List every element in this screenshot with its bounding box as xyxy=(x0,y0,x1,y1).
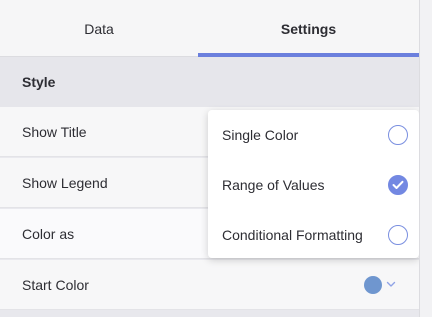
radio-unchecked-icon[interactable] xyxy=(388,225,408,245)
option-single-color[interactable]: Single Color xyxy=(208,110,419,160)
checkmark-icon xyxy=(392,180,404,189)
option-range-of-values[interactable]: Range of Values xyxy=(208,160,419,210)
radio-unchecked-icon[interactable] xyxy=(388,125,408,145)
row-start-color[interactable]: Start Color xyxy=(0,260,419,310)
row-label: Start Color xyxy=(22,276,89,293)
row-label: Show Title xyxy=(22,123,87,140)
option-label: Single Color xyxy=(222,127,299,143)
tab-bar: Data Settings xyxy=(0,0,419,57)
row-label: Color as xyxy=(22,225,75,242)
section-header-style: Style xyxy=(0,57,419,107)
option-label: Conditional Formatting xyxy=(222,227,363,243)
chevron-down-icon[interactable] xyxy=(386,279,396,289)
tab-data[interactable]: Data xyxy=(0,0,198,57)
panel-edge xyxy=(419,0,432,317)
option-conditional-formatting[interactable]: Conditional Formatting xyxy=(208,210,419,260)
settings-panel: Data Settings Style Show Title Show Lege… xyxy=(0,0,419,317)
option-label: Range of Values xyxy=(222,177,325,193)
bottom-strip xyxy=(0,310,419,317)
color-as-dropdown: Single Color Range of Values Conditional… xyxy=(208,110,419,258)
row-label: Show Legend xyxy=(22,174,108,191)
start-color-swatch[interactable] xyxy=(364,276,382,294)
tab-settings[interactable]: Settings xyxy=(198,0,419,57)
radio-checked-icon[interactable] xyxy=(388,175,408,195)
